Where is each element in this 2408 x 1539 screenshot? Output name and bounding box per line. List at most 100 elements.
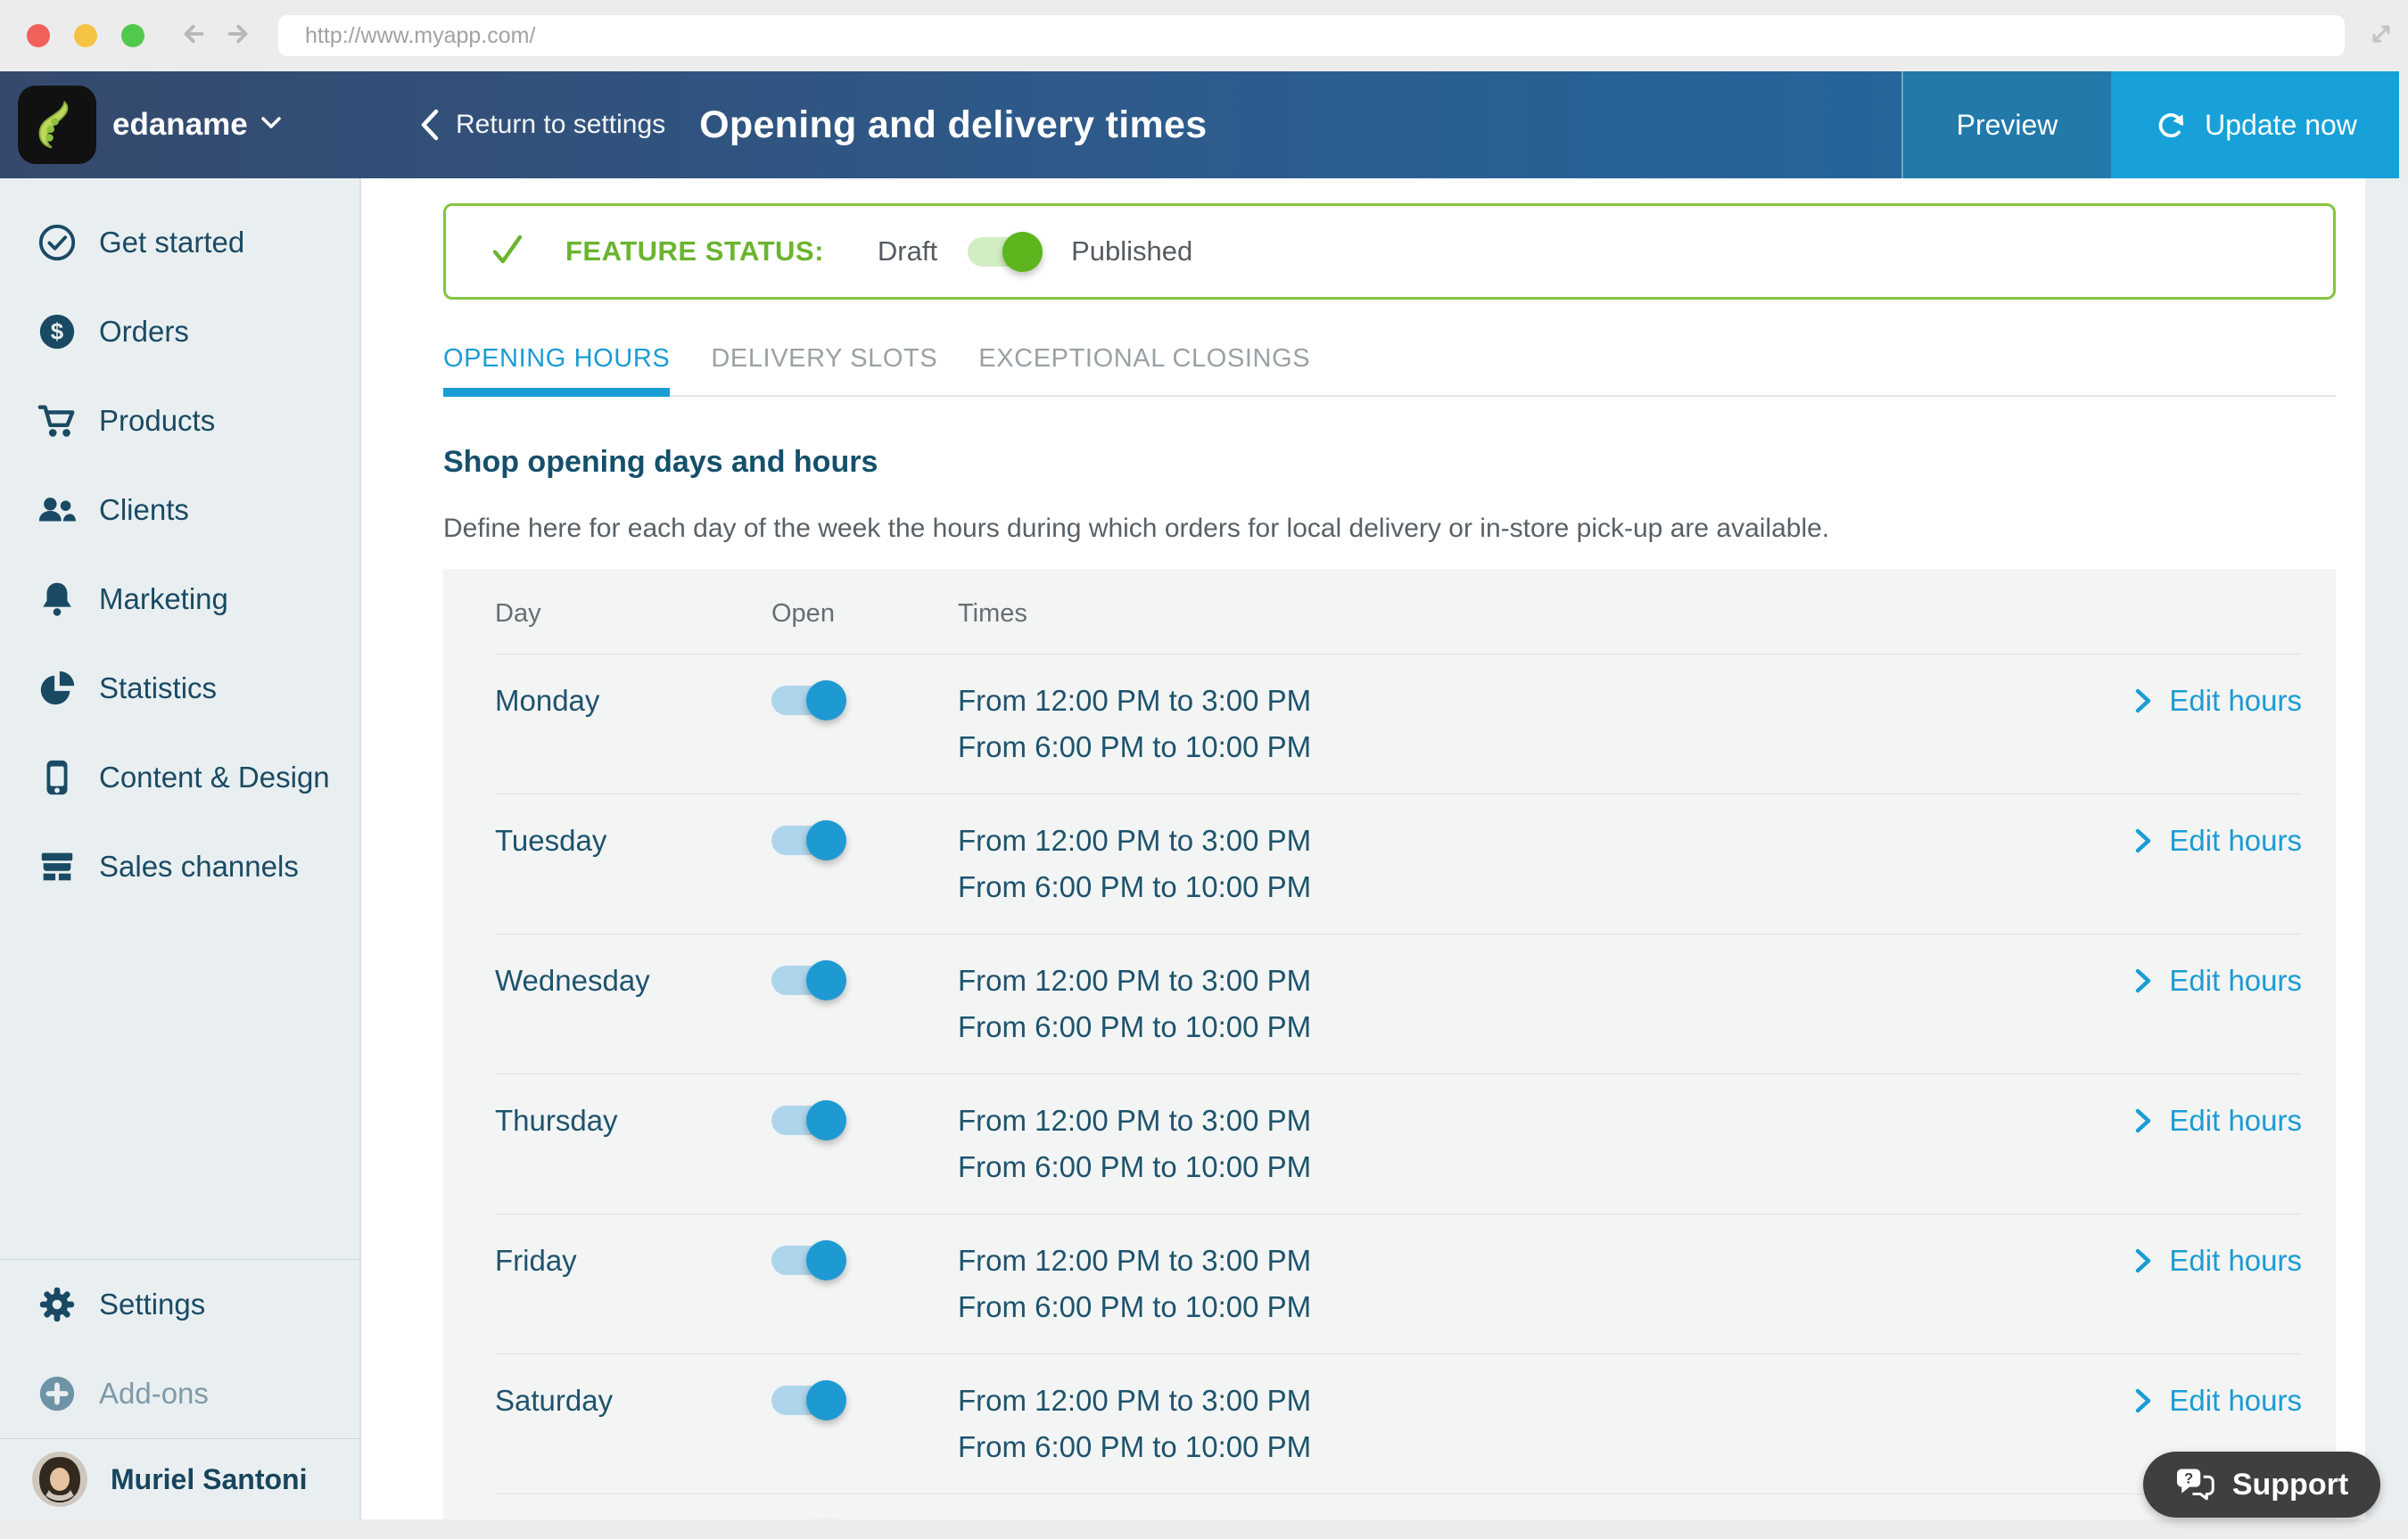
edit-hours-label: Edit hours <box>2169 1384 2302 1417</box>
time-range: From 12:00 PM to 3:00 PM <box>958 824 1312 857</box>
tab-opening-hours[interactable]: OPENING HOURS <box>443 344 671 397</box>
sidebar-item-settings[interactable]: Settings <box>0 1260 359 1349</box>
toggle-knob <box>806 960 846 1000</box>
edit-hours-link[interactable]: Edit hours <box>2132 1241 2302 1280</box>
edit-hours-label: Edit hours <box>2169 684 2302 717</box>
svg-text:?: ? <box>2184 1469 2193 1486</box>
user-name: Muriel Santoni <box>111 1462 308 1495</box>
tab-bar: OPENING HOURS DELIVERY SLOTS EXCEPTIONAL… <box>443 344 2336 397</box>
time-range: From 6:00 PM to 10:00 PM <box>958 730 1312 763</box>
edit-hours-label: Edit hours <box>2169 964 2302 997</box>
sidebar-item-label: Statistics <box>99 671 218 704</box>
column-header-times: Times <box>958 599 1027 628</box>
return-to-settings-link[interactable]: Return to settings <box>416 108 665 142</box>
time-range: From 6:00 PM to 10:00 PM <box>958 1430 1312 1463</box>
toggle-knob <box>806 1240 846 1280</box>
store-switcher[interactable]: edaname <box>0 71 361 178</box>
chevron-right-icon <box>2136 828 2151 853</box>
toggle-knob <box>806 1100 846 1140</box>
sidebar-item-products[interactable]: Products <box>0 376 359 465</box>
pie-chart-icon <box>40 671 75 705</box>
tab-exceptional-closings[interactable]: EXCEPTIONAL CLOSINGS <box>978 344 1310 395</box>
back-arrow-icon[interactable] <box>177 18 209 54</box>
column-header-open: Open <box>771 599 835 628</box>
open-toggle[interactable] <box>771 1380 846 1420</box>
open-toggle[interactable] <box>771 1100 846 1140</box>
gear-icon <box>39 1287 75 1322</box>
app-logo <box>18 86 96 164</box>
table-row: Saturday From 12:00 PM to 3:00 PM From 6:… <box>495 1354 2302 1494</box>
edamame-logo-icon <box>38 100 69 149</box>
times-cell: From 12:00 PM to 3:00 PM From 6:00 PM to … <box>958 1101 2132 1187</box>
edit-hours-link[interactable]: Edit hours <box>2132 1101 2302 1140</box>
edit-hours-link[interactable]: Edit hours <box>2132 821 2302 860</box>
avatar <box>32 1452 87 1507</box>
expand-icon[interactable] <box>2364 17 2398 55</box>
table-row: Wednesday From 12:00 PM to 3:00 PM From 6… <box>495 934 2302 1074</box>
zoom-window-button[interactable] <box>121 24 144 47</box>
toggle-knob <box>806 1380 846 1420</box>
dollar-circle-icon: $ <box>39 314 75 350</box>
chevron-right-icon <box>2136 1388 2151 1413</box>
sidebar-item-label: Sales channels <box>99 850 299 883</box>
time-range: From 12:00 PM to 3:00 PM <box>958 1244 1312 1277</box>
toggle-knob <box>806 820 846 860</box>
tab-delivery-slots[interactable]: DELIVERY SLOTS <box>711 344 937 395</box>
sidebar-item-statistics[interactable]: Statistics <box>0 644 359 733</box>
feature-status-toggle[interactable] <box>968 231 1043 272</box>
edit-hours-link[interactable]: Edit hours <box>2132 961 2302 1000</box>
edit-hours-label: Edit hours <box>2169 824 2302 857</box>
close-window-button[interactable] <box>27 24 50 47</box>
sidebar-item-label: Marketing <box>99 582 228 615</box>
page-title: Opening and delivery times <box>699 103 1208 146</box>
edit-hours-link[interactable]: Edit hours <box>2132 1381 2302 1420</box>
update-now-button[interactable]: Update now <box>2111 71 2399 178</box>
app-header: edaname Return to settings Opening and d… <box>0 71 2399 178</box>
forward-arrow-icon[interactable] <box>223 18 255 54</box>
open-toggle[interactable] <box>771 680 846 720</box>
support-button[interactable]: ? Support <box>2143 1452 2380 1518</box>
preview-button[interactable]: Preview <box>1901 71 2111 178</box>
user-account[interactable]: Muriel Santoni <box>0 1439 359 1519</box>
url-bar[interactable] <box>278 15 2345 56</box>
chevron-down-icon <box>260 116 282 135</box>
open-toggle[interactable] <box>771 820 846 860</box>
table-row: Tuesday From 12:00 PM to 3:00 PM From 6:0… <box>495 794 2302 934</box>
times-cell: From 12:00 PM to 3:00 PM From 6:00 PM to … <box>958 681 2132 767</box>
table-row: Friday From 12:00 PM to 3:00 PM From 6:00… <box>495 1214 2302 1354</box>
sidebar-item-sales-channels[interactable]: Sales channels <box>0 822 359 911</box>
checkmark-icon <box>489 231 526 273</box>
column-header-day: Day <box>495 599 541 628</box>
edit-hours-label: Edit hours <box>2169 1244 2302 1277</box>
hours-rows: Monday From 12:00 PM to 3:00 PM From 6:00… <box>495 654 2302 1539</box>
edit-hours-link[interactable]: Edit hours <box>2132 681 2302 720</box>
chevron-right-icon <box>2136 1108 2151 1133</box>
section-description: Define here for each day of the week the… <box>443 514 1830 543</box>
check-circle-icon <box>38 224 76 261</box>
edit-hours-label: Edit hours <box>2169 1104 2302 1137</box>
time-range: From 6:00 PM to 10:00 PM <box>958 1290 1312 1323</box>
open-toggle[interactable] <box>771 1240 846 1280</box>
sidebar-item-clients[interactable]: Clients <box>0 465 359 555</box>
cart-icon <box>37 405 75 437</box>
time-range: From 12:00 PM to 3:00 PM <box>958 1104 1312 1137</box>
app-window: edaname Return to settings Opening and d… <box>0 0 2408 1539</box>
section-title: Shop opening days and hours <box>443 445 878 479</box>
sidebar-item-content-design[interactable]: Content & Design <box>0 733 359 822</box>
table-row: Monday From 12:00 PM to 3:00 PM From 6:00… <box>495 654 2302 794</box>
store-name: edaname <box>112 107 248 142</box>
sidebar-item-label: Content & Design <box>99 761 330 794</box>
published-label: Published <box>1071 235 1193 267</box>
minimize-window-button[interactable] <box>74 24 97 47</box>
sidebar-item-marketing[interactable]: Marketing <box>0 555 359 644</box>
sidebar-item-get-started[interactable]: Get started <box>0 198 359 287</box>
time-range: From 12:00 PM to 3:00 PM <box>958 964 1312 997</box>
time-range: From 6:00 PM to 10:00 PM <box>958 1010 1312 1043</box>
time-range: From 6:00 PM to 10:00 PM <box>958 1150 1312 1183</box>
chevron-left-icon <box>421 109 439 141</box>
day-label: Saturday <box>495 1384 614 1417</box>
opening-hours-table: Day Open Times Monday From 12:00 PM to 3… <box>443 569 2336 1539</box>
sidebar-item-add-ons[interactable]: Add-ons <box>0 1349 359 1438</box>
open-toggle[interactable] <box>771 960 846 1000</box>
sidebar-item-orders[interactable]: $ Orders <box>0 287 359 376</box>
